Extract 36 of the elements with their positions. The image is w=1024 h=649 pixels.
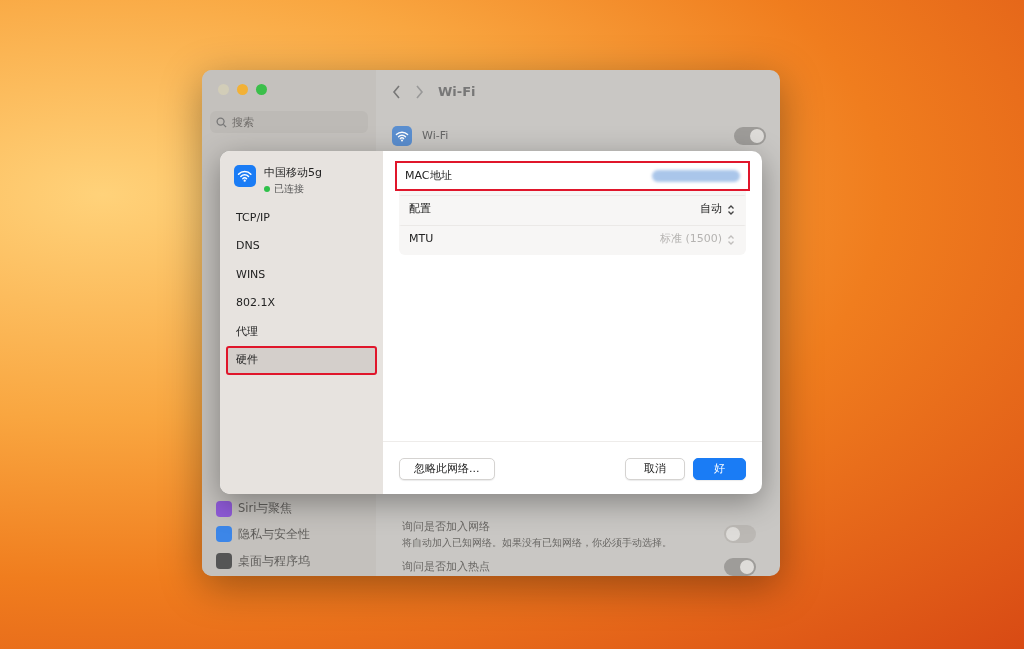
- dialog-button[interactable]: 忽略此网络...: [399, 457, 495, 480]
- wifi-icon: [234, 165, 256, 187]
- dialog-button[interactable]: 好: [693, 457, 746, 480]
- wifi-icon: [392, 126, 412, 146]
- connection-status: 已连接: [274, 181, 304, 196]
- row-label: 配置: [409, 201, 431, 218]
- sidebar-tab[interactable]: WINS: [226, 260, 377, 290]
- zoom-button[interactable]: [256, 84, 267, 95]
- sidebar-tab[interactable]: 802.1X: [226, 289, 377, 318]
- sidebar-tab[interactable]: 硬件: [226, 346, 377, 375]
- setting-label: 询问是否加入网络: [402, 518, 491, 535]
- window-title: Wi-Fi: [438, 83, 476, 102]
- sidebar-tab[interactable]: DNS: [226, 232, 377, 261]
- forward-icon[interactable]: [415, 85, 424, 99]
- back-icon[interactable]: [392, 85, 401, 99]
- toggle-switch[interactable]: [734, 127, 766, 145]
- stepper-icon: [726, 233, 736, 246]
- stepper-icon: [726, 203, 736, 216]
- setting-description: 将自动加入已知网络。如果没有已知网络，你必须手动选择。: [402, 536, 673, 550]
- popup-value: 标准 (1500): [659, 231, 722, 248]
- toggle-switch[interactable]: [724, 558, 756, 576]
- toggle-switch[interactable]: [724, 525, 756, 544]
- sidebar-item[interactable]: Siri与聚焦: [210, 496, 368, 522]
- row-label: MAC地址: [405, 167, 452, 184]
- setting-label: 询问是否加入热点: [402, 558, 491, 575]
- network-name: 中国移动5g: [264, 165, 322, 181]
- sidebar-tab[interactable]: 代理: [226, 317, 377, 347]
- sidebar-tab[interactable]: TCP/IP: [226, 203, 377, 233]
- dialog-button[interactable]: 取消: [625, 457, 685, 480]
- row-label: MTU: [409, 231, 434, 248]
- minimize-button[interactable]: [237, 84, 248, 95]
- setting-label: Wi-Fi: [422, 127, 450, 144]
- sidebar-item[interactable]: 隐私与安全性: [210, 521, 368, 547]
- search-field[interactable]: 搜索: [210, 111, 368, 133]
- sidebar-item[interactable]: 桌面与程序坞: [210, 548, 368, 574]
- popup-value[interactable]: 自动: [700, 201, 722, 218]
